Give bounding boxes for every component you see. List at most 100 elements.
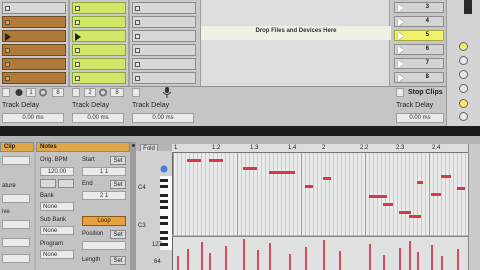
velocity-bar[interactable] bbox=[201, 242, 203, 270]
midi-note[interactable] bbox=[269, 171, 295, 174]
stop-button[interactable] bbox=[72, 88, 80, 97]
commit-button[interactable] bbox=[2, 254, 30, 263]
hide-panel-icon[interactable] bbox=[132, 144, 135, 147]
drop-area[interactable]: Drop Files and Devices Here bbox=[200, 0, 391, 86]
midi-note[interactable] bbox=[409, 215, 421, 218]
clip-slot[interactable] bbox=[2, 72, 66, 84]
io-button[interactable] bbox=[459, 56, 468, 65]
clip-slot[interactable] bbox=[132, 58, 196, 70]
bank-select[interactable]: None bbox=[40, 202, 74, 211]
velocity-bar[interactable] bbox=[209, 253, 211, 270]
velocity-bar[interactable] bbox=[289, 254, 291, 270]
sends-button[interactable] bbox=[459, 70, 468, 79]
velocity-bar[interactable] bbox=[323, 240, 325, 270]
scene-launch-7[interactable]: 7 bbox=[394, 58, 444, 69]
halve-bpm-button[interactable] bbox=[40, 179, 56, 188]
midi-note[interactable] bbox=[417, 181, 423, 184]
length-set-button[interactable]: Set bbox=[110, 256, 126, 265]
sub-bank-select[interactable]: None bbox=[40, 226, 74, 235]
clip-name-field[interactable] bbox=[2, 156, 30, 165]
midi-note[interactable] bbox=[243, 167, 257, 170]
clip-slot[interactable] bbox=[72, 16, 126, 28]
end-value[interactable]: 2 1 bbox=[82, 191, 126, 200]
clip-slot[interactable] bbox=[2, 16, 66, 28]
scene-launch-4[interactable]: 4 bbox=[394, 16, 444, 27]
velocity-lane[interactable] bbox=[172, 236, 468, 270]
midi-note[interactable] bbox=[209, 159, 223, 162]
velocity-bar[interactable] bbox=[457, 249, 459, 270]
microphone-icon[interactable] bbox=[162, 87, 172, 98]
double-bpm-button[interactable] bbox=[58, 179, 74, 188]
clip-slot-playing[interactable] bbox=[72, 30, 126, 42]
scene-launch-8[interactable]: 8 bbox=[394, 72, 444, 83]
clip-slot[interactable] bbox=[2, 2, 66, 14]
master-delay-field[interactable]: 0.00 ms bbox=[396, 113, 444, 123]
piano-keyboard[interactable] bbox=[160, 176, 172, 250]
orig-bpm-field[interactable]: 120.00 bbox=[40, 167, 74, 176]
session-view-button[interactable] bbox=[459, 42, 468, 51]
track-1-value[interactable]: 8 bbox=[52, 88, 64, 97]
clip-slot[interactable] bbox=[132, 16, 196, 28]
midi-note[interactable] bbox=[383, 203, 393, 206]
velocity-bar[interactable] bbox=[243, 239, 245, 270]
midi-note[interactable] bbox=[457, 187, 465, 190]
midi-note[interactable] bbox=[441, 175, 451, 178]
clip-slot[interactable] bbox=[72, 58, 126, 70]
velocity-bar[interactable] bbox=[383, 255, 385, 270]
stop-all-clips-icon[interactable] bbox=[396, 88, 404, 97]
midi-note[interactable] bbox=[187, 159, 201, 162]
velocity-bar[interactable] bbox=[225, 246, 227, 270]
start-set-button[interactable]: Set bbox=[110, 156, 126, 165]
position-set-button[interactable]: Set bbox=[110, 230, 126, 239]
stop-clips-label[interactable]: Stop Clips bbox=[408, 88, 443, 98]
track-delay-button[interactable] bbox=[459, 99, 468, 108]
scene-launch-3[interactable]: 3 bbox=[394, 2, 444, 13]
track-1-arm-icon[interactable] bbox=[14, 88, 24, 97]
scene-launch-5[interactable]: 5 bbox=[394, 30, 444, 41]
start-value[interactable]: 1 1 bbox=[82, 167, 126, 176]
clip-slot[interactable] bbox=[132, 72, 196, 84]
velocity-bar[interactable] bbox=[399, 248, 401, 270]
stop-button[interactable] bbox=[132, 88, 140, 97]
track-2-record-icon[interactable] bbox=[98, 88, 108, 97]
clip-slot[interactable] bbox=[132, 2, 196, 14]
loop-button[interactable]: Loop bbox=[82, 216, 126, 226]
velocity-bar[interactable] bbox=[369, 244, 371, 270]
track-2-value[interactable]: 8 bbox=[110, 88, 124, 97]
velocity-bar[interactable] bbox=[431, 245, 433, 270]
clip-slot-playing[interactable] bbox=[2, 30, 66, 42]
mixer-button[interactable] bbox=[459, 84, 468, 93]
stop-button[interactable] bbox=[2, 88, 10, 97]
position-value[interactable] bbox=[82, 241, 126, 250]
preview-icon[interactable] bbox=[160, 165, 168, 173]
midi-note[interactable] bbox=[399, 211, 411, 214]
track-1-delay-field[interactable]: 0.00 ms bbox=[2, 113, 64, 123]
track-1-record-icon[interactable] bbox=[38, 88, 48, 97]
track-3-delay-field[interactable]: 0.00 ms bbox=[132, 113, 194, 123]
scroll-handle[interactable] bbox=[464, 0, 472, 14]
midi-note[interactable] bbox=[323, 177, 331, 180]
clip-slot[interactable] bbox=[2, 44, 66, 56]
program-select[interactable]: None bbox=[40, 250, 74, 259]
end-set-button[interactable]: Set bbox=[110, 180, 126, 189]
track-2-delay-field[interactable]: 0.00 ms bbox=[72, 113, 124, 123]
signature-field[interactable] bbox=[2, 194, 30, 203]
midi-note[interactable] bbox=[305, 185, 313, 188]
velocity-bar[interactable] bbox=[269, 243, 271, 270]
crossfader-button[interactable] bbox=[459, 112, 468, 121]
midi-note[interactable] bbox=[369, 195, 387, 198]
velocity-bar[interactable] bbox=[409, 241, 411, 270]
clip-slot[interactable] bbox=[72, 72, 126, 84]
velocity-bar[interactable] bbox=[441, 256, 443, 270]
velocity-bar[interactable] bbox=[339, 251, 341, 270]
clip-slot[interactable] bbox=[72, 44, 126, 56]
clip-slot[interactable] bbox=[132, 44, 196, 56]
groove-field[interactable] bbox=[2, 220, 30, 229]
timeline-ruler[interactable]: 1 1.2 1.3 1.4 2 2.2 2.3 2.4 bbox=[172, 144, 468, 153]
velocity-bar[interactable] bbox=[177, 256, 179, 270]
scene-launch-6[interactable]: 6 bbox=[394, 44, 444, 55]
velocity-bar[interactable] bbox=[187, 249, 189, 270]
velocity-bar[interactable] bbox=[305, 247, 307, 270]
midi-note-grid[interactable] bbox=[172, 153, 468, 235]
midi-note[interactable] bbox=[431, 193, 441, 196]
